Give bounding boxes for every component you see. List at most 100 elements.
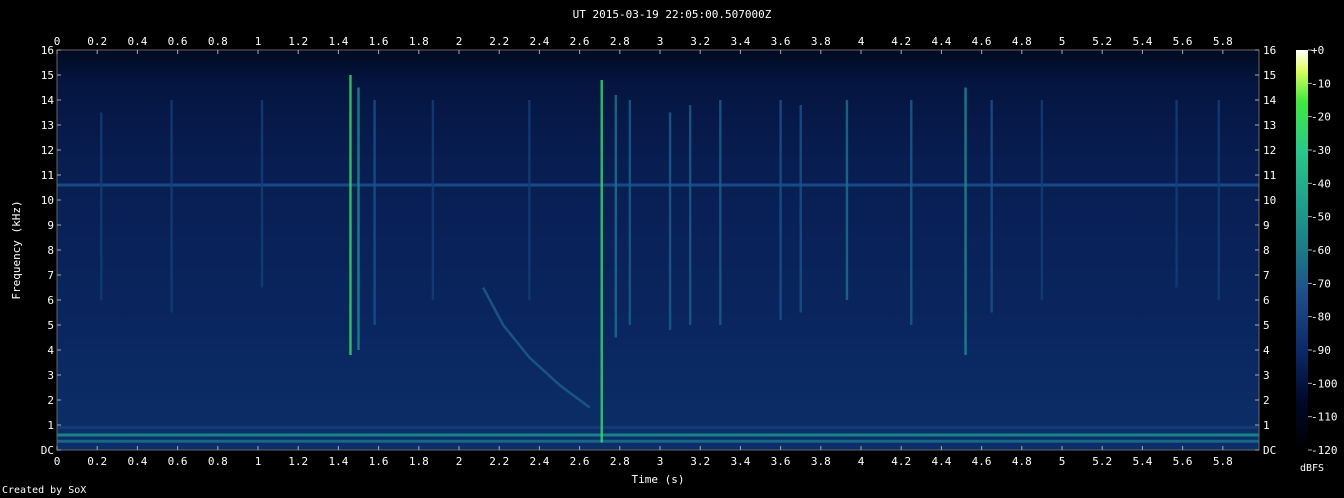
impulse-streak	[357, 87, 360, 350]
colorbar-tick-label: -60	[1311, 244, 1331, 257]
x-tick-label-top: 0	[54, 35, 61, 48]
x-tick-label-bottom: 5.2	[1092, 455, 1112, 468]
x-tick-label-top: 1.4	[328, 35, 348, 48]
y-tick-label-right: 14	[1263, 94, 1277, 107]
x-tick-label-top: 4.6	[972, 35, 992, 48]
x-tick-label-bottom: 4.4	[931, 455, 951, 468]
x-tick-label-top: 1.8	[409, 35, 429, 48]
colorbar-tick-label: -90	[1311, 344, 1331, 357]
x-tick-label-top: 5.8	[1213, 35, 1233, 48]
tonal-line	[57, 433, 1259, 437]
colorbar-tick-label: -40	[1311, 177, 1331, 190]
x-tick-label-bottom: 3.6	[771, 455, 791, 468]
impulse-streak	[528, 100, 531, 300]
x-tick-label-bottom: 0.4	[127, 455, 147, 468]
y-tick-label-left: 13	[41, 119, 54, 132]
x-tick-label-bottom: 5	[1059, 455, 1066, 468]
impulse-streak	[910, 100, 913, 325]
impulse-streak	[845, 100, 849, 300]
y-tick-label-left: 6	[47, 294, 54, 307]
y-tick-label-right: 10	[1263, 194, 1276, 207]
plot-background	[57, 50, 1259, 450]
y-tick-label-right: 5	[1263, 319, 1270, 332]
impulse-streak	[668, 112, 672, 330]
tonal-line	[57, 439, 1259, 443]
x-tick-label-bottom: 3	[657, 455, 664, 468]
x-tick-label-bottom: 2.8	[610, 455, 630, 468]
x-tick-label-top: 2.4	[529, 35, 549, 48]
y-axis-title: Frequency (kHz)	[10, 200, 23, 299]
y-tick-label-right: 4	[1263, 344, 1270, 357]
impulse-streak	[779, 100, 782, 320]
colorbar-tick-label: -20	[1311, 111, 1331, 124]
x-tick-label-top: 4	[858, 35, 865, 48]
y-tick-label-right: 8	[1263, 244, 1270, 257]
y-tick-label-left: 16	[41, 44, 54, 57]
x-tick-label-bottom: 1.4	[328, 455, 348, 468]
x-tick-label-bottom: 0	[54, 455, 61, 468]
x-tick-label-bottom: 0.2	[87, 455, 107, 468]
y-tick-label-right: 13	[1263, 119, 1276, 132]
x-tick-label-top: 1.6	[369, 35, 389, 48]
y-tick-label-left: 9	[47, 219, 54, 232]
x-tick-label-bottom: 4.8	[1012, 455, 1032, 468]
x-tick-label-top: 3.6	[771, 35, 791, 48]
x-tick-label-bottom: 1.6	[369, 455, 389, 468]
x-tick-label-top: 0.8	[208, 35, 228, 48]
impulse-streak	[964, 87, 967, 355]
spectrogram-chart: 000.20.20.40.40.60.60.80.8111.21.21.41.4…	[10, 35, 1338, 486]
x-tick-label-top: 5.6	[1173, 35, 1193, 48]
x-tick-label-top: 0.6	[168, 35, 188, 48]
y-tick-label-right: 12	[1263, 144, 1276, 157]
y-tick-label-left: 15	[41, 69, 54, 82]
y-tick-label-right: 11	[1263, 169, 1276, 182]
y-tick-label-left: DC	[41, 444, 54, 457]
y-tick-label-left: 7	[47, 269, 54, 282]
y-tick-label-left: 10	[41, 194, 54, 207]
x-tick-label-top: 0.2	[87, 35, 107, 48]
y-tick-label-right: 3	[1263, 369, 1270, 382]
colorbar-tick-label: -120	[1311, 444, 1338, 457]
x-tick-label-top: 2	[456, 35, 463, 48]
colorbar-tick-label: -50	[1311, 211, 1331, 224]
x-axis-title: Time (s)	[632, 473, 685, 486]
x-tick-label-bottom: 5.4	[1132, 455, 1152, 468]
colorbar	[1296, 50, 1308, 450]
x-tick-label-bottom: 2.6	[570, 455, 590, 468]
y-tick-label-right: 6	[1263, 294, 1270, 307]
colorbar-tick-label: -10	[1311, 77, 1331, 90]
impulse-streak	[260, 100, 264, 288]
y-tick-label-left: 11	[41, 169, 54, 182]
impulse-streak	[170, 100, 173, 313]
x-tick-label-bottom: 2.4	[529, 455, 549, 468]
x-tick-label-top: 0.4	[127, 35, 147, 48]
x-tick-label-top: 3.4	[730, 35, 750, 48]
y-tick-label-left: 14	[41, 94, 55, 107]
impulse-streak	[100, 112, 103, 300]
colorbar-tick-label: -100	[1311, 377, 1338, 390]
x-tick-label-top: 5	[1059, 35, 1066, 48]
colorbar-tick-label: -70	[1311, 277, 1331, 290]
y-tick-label-right: 7	[1263, 269, 1270, 282]
x-tick-label-bottom: 2	[456, 455, 463, 468]
x-tick-label-bottom: 5.6	[1173, 455, 1193, 468]
x-tick-label-bottom: 4.6	[972, 455, 992, 468]
impulse-streak	[799, 105, 802, 313]
x-tick-label-bottom: 0.6	[168, 455, 188, 468]
x-tick-label-top: 5.4	[1132, 35, 1152, 48]
y-tick-label-right: 2	[1263, 394, 1270, 407]
x-tick-label-bottom: 3.8	[811, 455, 831, 468]
y-tick-label-right: 16	[1263, 44, 1276, 57]
colorbar-unit: dBFS	[1300, 463, 1325, 474]
tonal-line	[57, 426, 1259, 429]
x-tick-label-bottom: 5.8	[1213, 455, 1233, 468]
x-tick-label-bottom: 3.2	[690, 455, 710, 468]
colorbar-tick-label: +0	[1311, 44, 1324, 57]
x-tick-label-bottom: 4.2	[891, 455, 911, 468]
credit-text: Created by SoX	[2, 485, 87, 496]
impulse-streak	[628, 100, 632, 325]
y-tick-label-left: 2	[47, 394, 54, 407]
y-tick-label-right: 15	[1263, 69, 1276, 82]
x-tick-label-bottom: 2.2	[489, 455, 509, 468]
y-tick-label-left: 8	[47, 244, 54, 257]
